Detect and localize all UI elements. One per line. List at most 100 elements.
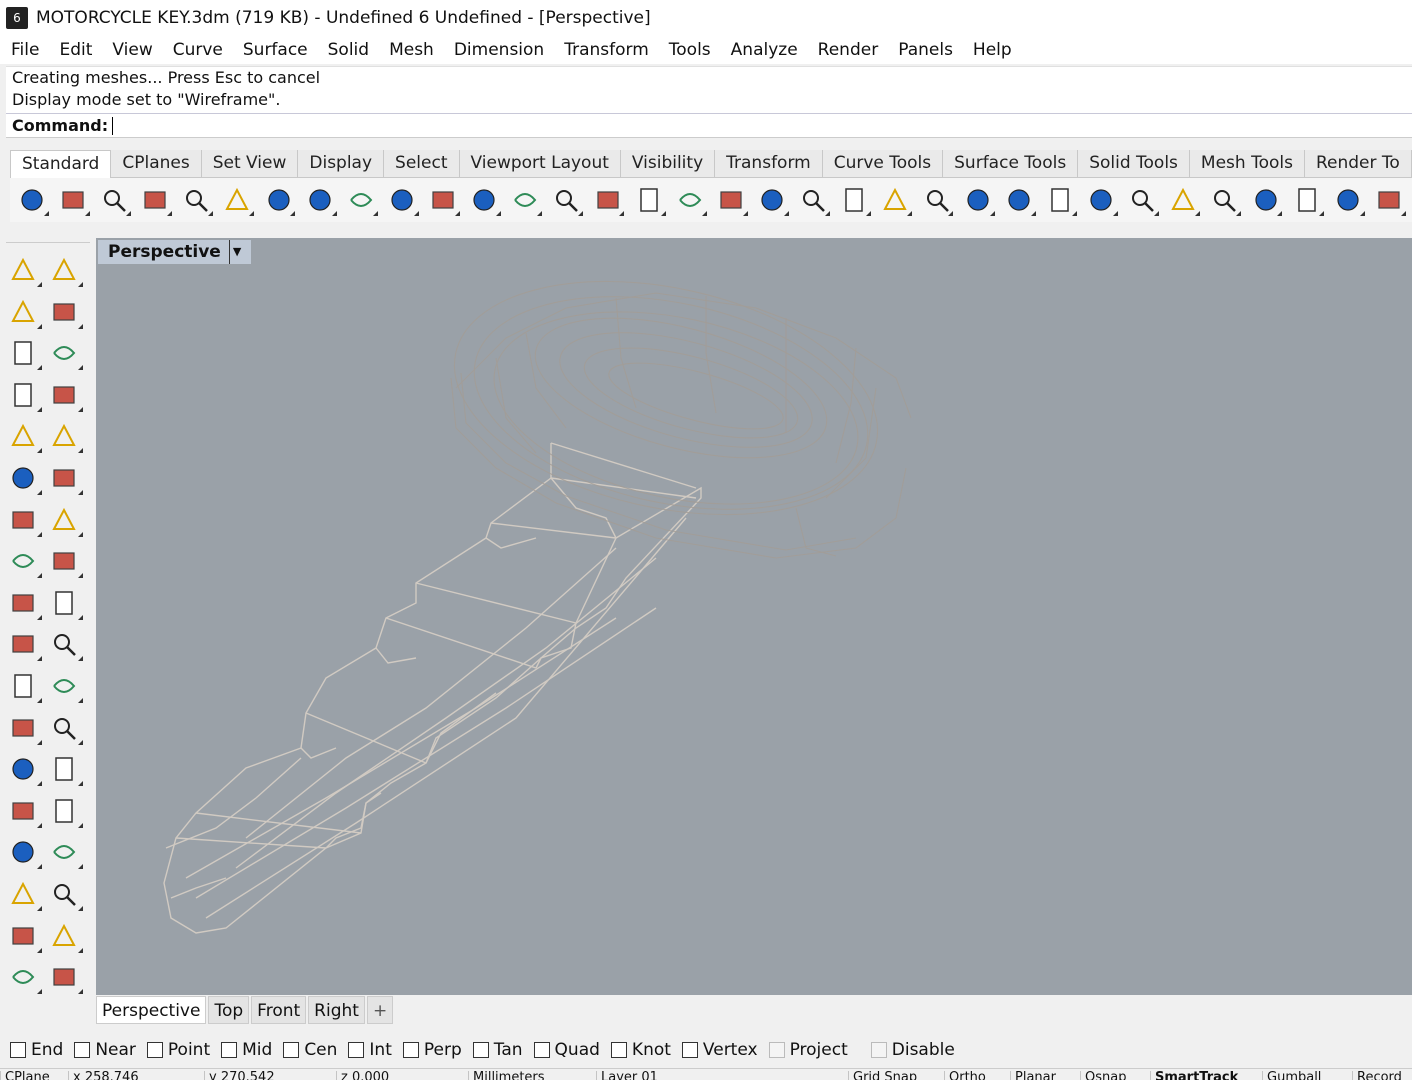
help-icon[interactable] xyxy=(1371,182,1407,218)
split-icon[interactable] xyxy=(47,669,83,703)
rhino-logo-icon[interactable]: 6 xyxy=(6,7,28,29)
zoom-window-icon[interactable] xyxy=(508,182,544,218)
status-record[interactable]: Record xyxy=(1352,1071,1402,1080)
add-viewport-tab-icon[interactable]: + xyxy=(366,996,393,1024)
spheres-icon[interactable] xyxy=(47,503,83,537)
status-grid-snap[interactable]: Grid Snap xyxy=(848,1071,917,1080)
menu-analyze[interactable]: Analyze xyxy=(724,40,805,60)
menu-view[interactable]: View xyxy=(105,40,159,60)
render-flag-icon[interactable] xyxy=(1207,182,1243,218)
surface-points-icon[interactable] xyxy=(6,461,42,495)
menu-render[interactable]: Render xyxy=(811,40,886,60)
tab-solid-tools[interactable]: Solid Tools xyxy=(1078,150,1190,178)
osnap-tan[interactable]: Tan xyxy=(472,1040,523,1060)
dashed-curve-icon[interactable] xyxy=(47,711,83,745)
osnap-knot[interactable]: Knot xyxy=(610,1040,671,1060)
command-input[interactable] xyxy=(112,116,713,135)
import-icon[interactable] xyxy=(179,182,215,218)
shaded-sphere-icon[interactable] xyxy=(1083,182,1119,218)
tab-display[interactable]: Display xyxy=(298,150,385,178)
osnap-checkbox[interactable] xyxy=(681,1042,698,1058)
status-y-270-542[interactable]: y 270.542 xyxy=(204,1071,275,1080)
osnap-cen[interactable]: Cen xyxy=(283,1040,337,1060)
menu-edit[interactable]: Edit xyxy=(52,40,99,60)
status-millimeters[interactable]: Millimeters xyxy=(468,1071,545,1080)
print-icon[interactable] xyxy=(137,182,173,218)
osnap-checkbox[interactable] xyxy=(146,1042,163,1058)
light-icon[interactable] xyxy=(878,182,914,218)
tab-viewport-layout[interactable]: Viewport Layout xyxy=(460,150,621,178)
curve-icon[interactable] xyxy=(47,295,83,329)
boolean-union-icon[interactable] xyxy=(6,669,42,703)
status-layer-01[interactable]: Layer 01 xyxy=(596,1071,658,1080)
extrude-icon[interactable] xyxy=(6,627,42,662)
osnap-disable[interactable]: Disable xyxy=(870,1040,955,1060)
fillet-curve-icon[interactable] xyxy=(47,419,83,454)
globe-icon[interactable] xyxy=(1330,182,1366,218)
rectangle-icon[interactable] xyxy=(47,378,83,412)
menu-transform[interactable]: Transform xyxy=(557,40,656,60)
osnap-perp[interactable]: Perp xyxy=(402,1040,462,1060)
osnap-near[interactable]: Near xyxy=(74,1040,136,1060)
menu-dimension[interactable]: Dimension xyxy=(447,40,551,60)
settings-gear-icon[interactable] xyxy=(1248,182,1284,218)
status-planar[interactable]: Planar xyxy=(1010,1071,1056,1080)
osnap-checkbox[interactable] xyxy=(610,1042,627,1058)
polygon-icon[interactable] xyxy=(6,378,42,412)
new-file-icon[interactable] xyxy=(14,182,50,218)
osnap-checkbox[interactable] xyxy=(283,1042,300,1058)
osnap-checkbox[interactable] xyxy=(10,1042,26,1058)
menu-tools[interactable]: Tools xyxy=(662,40,718,60)
tab-cplanes[interactable]: CPlanes xyxy=(111,150,202,178)
hexagon-icon[interactable] xyxy=(6,419,42,454)
osnap-end[interactable]: End xyxy=(10,1040,63,1060)
viewport-title[interactable]: Perspective ▼ xyxy=(98,240,252,264)
osnap-checkbox[interactable] xyxy=(472,1042,489,1058)
rendered-sphere-icon[interactable] xyxy=(1124,182,1160,218)
osnap-checkbox[interactable] xyxy=(870,1042,887,1058)
osnap-quad[interactable]: Quad xyxy=(533,1040,600,1060)
osnap-checkbox[interactable] xyxy=(533,1042,550,1058)
tab-visibility[interactable]: Visibility xyxy=(621,150,716,178)
osnap-int[interactable]: Int xyxy=(348,1040,392,1060)
tab-set-view[interactable]: Set View xyxy=(202,150,299,178)
lock-icon[interactable] xyxy=(919,182,955,218)
grid-options-icon[interactable] xyxy=(754,182,790,218)
status-gumball[interactable]: Gumball xyxy=(1262,1071,1321,1080)
osnap-vertex[interactable]: Vertex xyxy=(681,1040,758,1060)
tab-mesh-tools[interactable]: Mesh Tools xyxy=(1190,150,1305,178)
tab-render-to[interactable]: Render To xyxy=(1305,150,1412,178)
pan-hand-icon[interactable] xyxy=(384,182,420,218)
viewport-tab-perspective[interactable]: Perspective xyxy=(96,996,207,1024)
hatch-icon[interactable] xyxy=(47,835,83,870)
status-z-0-000[interactable]: z 0.000 xyxy=(336,1071,389,1080)
zoom-icon[interactable] xyxy=(466,182,502,218)
text-icon[interactable] xyxy=(6,752,42,787)
box-solid-icon[interactable] xyxy=(6,503,42,537)
menu-solid[interactable]: Solid xyxy=(321,40,376,60)
cylinder-icon[interactable] xyxy=(6,544,42,579)
cplane-icon[interactable] xyxy=(795,182,831,218)
cut-icon[interactable] xyxy=(220,182,256,218)
rotate-view-icon[interactable] xyxy=(425,182,461,218)
zoom-extents-icon[interactable] xyxy=(549,182,585,218)
tab-select[interactable]: Select xyxy=(384,150,460,178)
open-folder-icon[interactable] xyxy=(55,182,91,218)
menu-help[interactable]: Help xyxy=(966,40,1019,60)
viewport-tab-right[interactable]: Right xyxy=(308,996,365,1024)
polyline-icon[interactable] xyxy=(6,295,42,329)
point-icon[interactable] xyxy=(47,253,83,287)
tab-transform[interactable]: Transform xyxy=(715,150,823,178)
object-snap-icon[interactable] xyxy=(837,182,873,218)
save-icon[interactable] xyxy=(96,182,132,218)
surface-edge-icon[interactable] xyxy=(47,461,83,495)
shield-icon[interactable] xyxy=(960,182,996,218)
status-ortho[interactable]: Ortho xyxy=(944,1071,986,1080)
four-viewports-icon[interactable] xyxy=(672,182,708,218)
menu-panels[interactable]: Panels xyxy=(891,40,960,60)
status-x-258-746[interactable]: x 258.746 xyxy=(68,1071,139,1080)
offset-curve-icon[interactable] xyxy=(6,711,42,745)
tab-surface-tools[interactable]: Surface Tools xyxy=(943,150,1079,178)
array-icon[interactable] xyxy=(6,794,42,828)
undo-icon[interactable] xyxy=(343,182,379,218)
